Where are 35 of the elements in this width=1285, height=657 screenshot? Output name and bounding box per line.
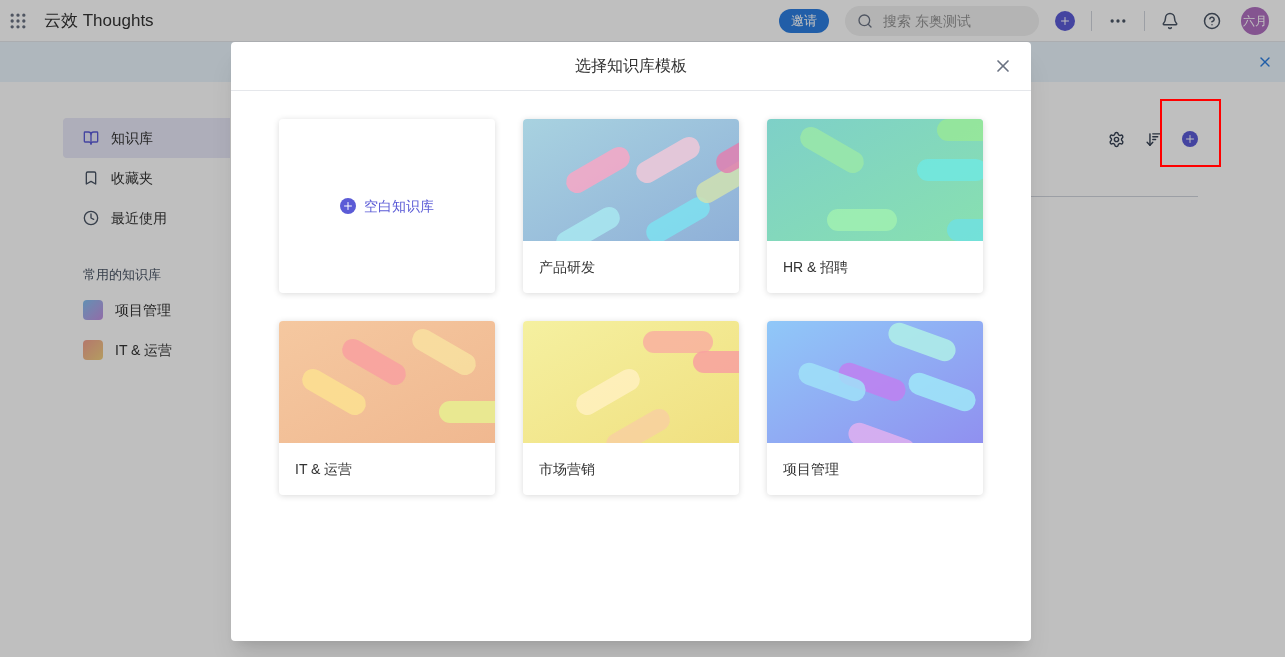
notification-icon[interactable] — [1161, 11, 1179, 30]
template-card[interactable]: 产品研发 — [523, 119, 739, 293]
help-icon[interactable] — [1203, 11, 1221, 30]
template-card[interactable]: HR & 招聘 — [767, 119, 983, 293]
app-title: 云效 Thoughts — [44, 9, 154, 32]
plus-icon[interactable] — [1182, 131, 1198, 147]
template-card[interactable]: IT & 运营 — [279, 321, 495, 495]
template-name: HR & 招聘 — [782, 258, 850, 277]
search-icon — [857, 12, 873, 29]
template-card[interactable]: 项目管理 — [767, 321, 983, 495]
template-name: 市场营销 — [538, 460, 596, 479]
search-field[interactable]: 搜索 东奥测试 — [845, 5, 1039, 36]
invite-button[interactable]: 邀请 — [779, 8, 829, 33]
template-name: IT & 运营 — [294, 460, 354, 479]
plus-icon[interactable] — [1055, 10, 1075, 31]
clock-icon — [83, 210, 99, 226]
sidebar-item[interactable]: 知识库 — [63, 118, 230, 158]
sidebar-item[interactable]: 收藏夹 — [63, 158, 230, 198]
highlight-frame — [1160, 99, 1221, 167]
library-thumbnail — [83, 340, 103, 360]
section-title: 常用的知识库 — [83, 266, 162, 284]
bookmark-icon — [83, 170, 99, 186]
template-name: 项目管理 — [782, 460, 840, 479]
library-thumbnail — [83, 300, 103, 320]
sort-icon[interactable] — [1145, 130, 1162, 148]
template-card[interactable]: 市场营销 — [523, 321, 739, 495]
favorite-item[interactable]: 项目管理 — [63, 290, 230, 330]
blank-template-card[interactable]: 空白知识库 — [279, 119, 495, 293]
favorite-item[interactable]: IT & 运营 — [63, 330, 230, 370]
template-name: 产品研发 — [538, 258, 596, 277]
book-icon — [83, 130, 99, 146]
plus-icon — [340, 198, 356, 214]
sidebar-item[interactable]: 最近使用 — [63, 198, 230, 238]
settings-icon[interactable] — [1108, 130, 1125, 148]
dialog-title: 选择知识库模板 — [575, 56, 687, 76]
